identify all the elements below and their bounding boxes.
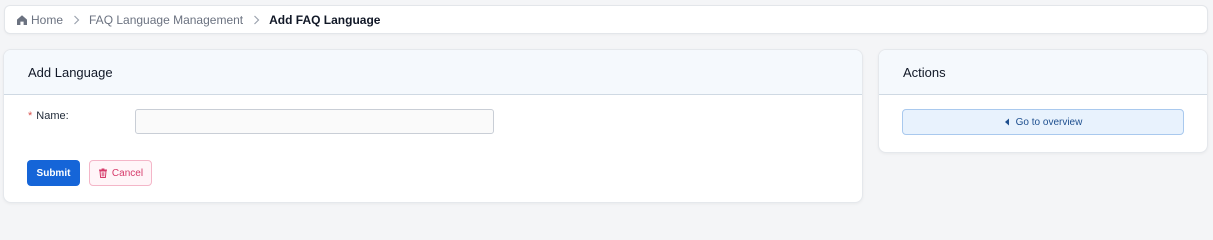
submit-button[interactable]: Submit: [27, 160, 80, 186]
required-marker: *: [28, 110, 33, 122]
chevron-right-icon: [253, 15, 260, 25]
add-language-card: Add Language * Name: Submit Cancel: [3, 49, 863, 203]
actions-card-header: Actions: [879, 50, 1207, 95]
name-form-row: * Name:: [28, 110, 69, 122]
home-icon: [16, 14, 28, 26]
go-to-overview-label: Go to overview: [1015, 116, 1083, 128]
breadcrumb-faq-language-management-link[interactable]: FAQ Language Management: [89, 13, 243, 27]
breadcrumb-home-label: Home: [31, 12, 64, 27]
go-to-overview-button[interactable]: Go to overview: [902, 109, 1184, 135]
breadcrumb-faq-language-management-label: FAQ Language Management: [89, 12, 244, 27]
breadcrumb-home-link[interactable]: Home: [16, 13, 63, 27]
name-label: Name:: [36, 110, 69, 122]
chevron-right-icon: [73, 15, 80, 25]
breadcrumb: Home FAQ Language Management Add FAQ Lan…: [4, 5, 1208, 34]
cancel-label: Cancel: [111, 167, 144, 179]
submit-label: Submit: [36, 167, 71, 179]
breadcrumb-current: Add FAQ Language: [269, 12, 381, 27]
add-language-title: Add Language: [28, 64, 113, 80]
trash-icon: [98, 168, 108, 178]
add-language-card-header: Add Language: [4, 50, 862, 95]
actions-title: Actions: [903, 64, 946, 80]
name-input[interactable]: [135, 109, 494, 134]
caret-left-icon: [1004, 118, 1010, 126]
cancel-button[interactable]: Cancel: [89, 160, 152, 186]
actions-card: Actions Go to overview: [878, 49, 1208, 153]
